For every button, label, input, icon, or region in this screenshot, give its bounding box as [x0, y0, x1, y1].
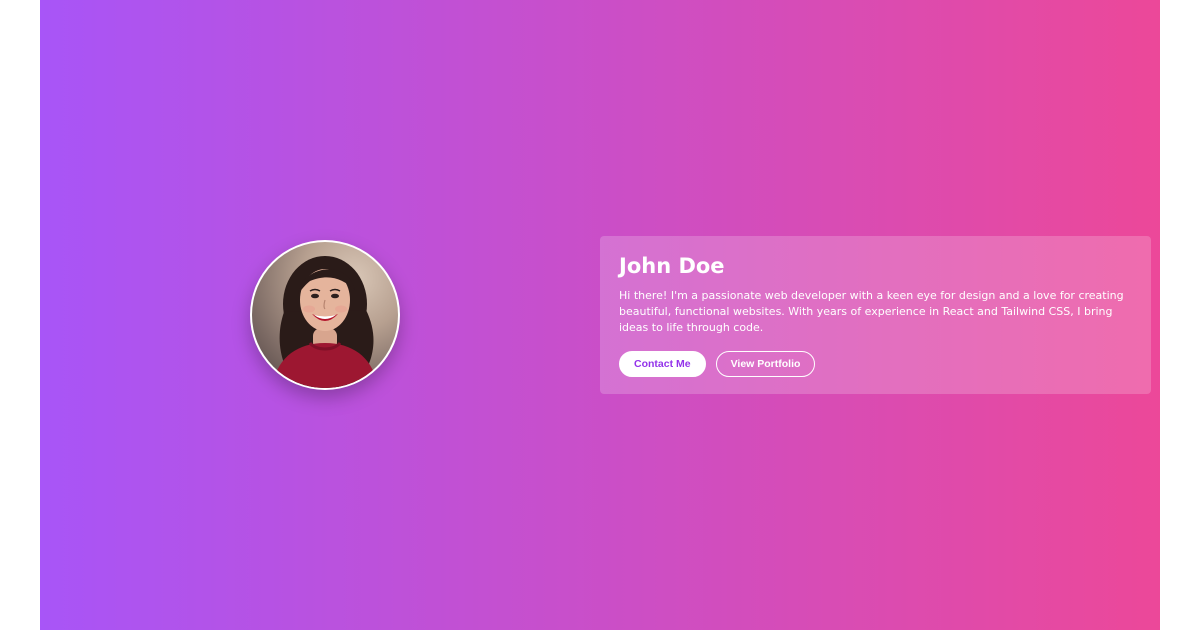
- profile-name: John Doe: [619, 254, 725, 278]
- page: John Doe Hi there! I'm a passionate web …: [0, 0, 1200, 630]
- profile-photo: [252, 242, 398, 388]
- profile-card: John Doe Hi there! I'm a passionate web …: [600, 236, 1151, 394]
- hero-section: John Doe Hi there! I'm a passionate web …: [40, 0, 1160, 630]
- view-portfolio-button[interactable]: View Portfolio: [715, 351, 816, 377]
- profile-photo-illustration: [272, 256, 378, 388]
- profile-actions: Contact Me View Portfolio: [619, 351, 1133, 377]
- profile-bio: Hi there! I'm a passionate web developer…: [619, 289, 1124, 334]
- avatar: [250, 240, 400, 390]
- contact-me-button[interactable]: Contact Me: [619, 351, 706, 377]
